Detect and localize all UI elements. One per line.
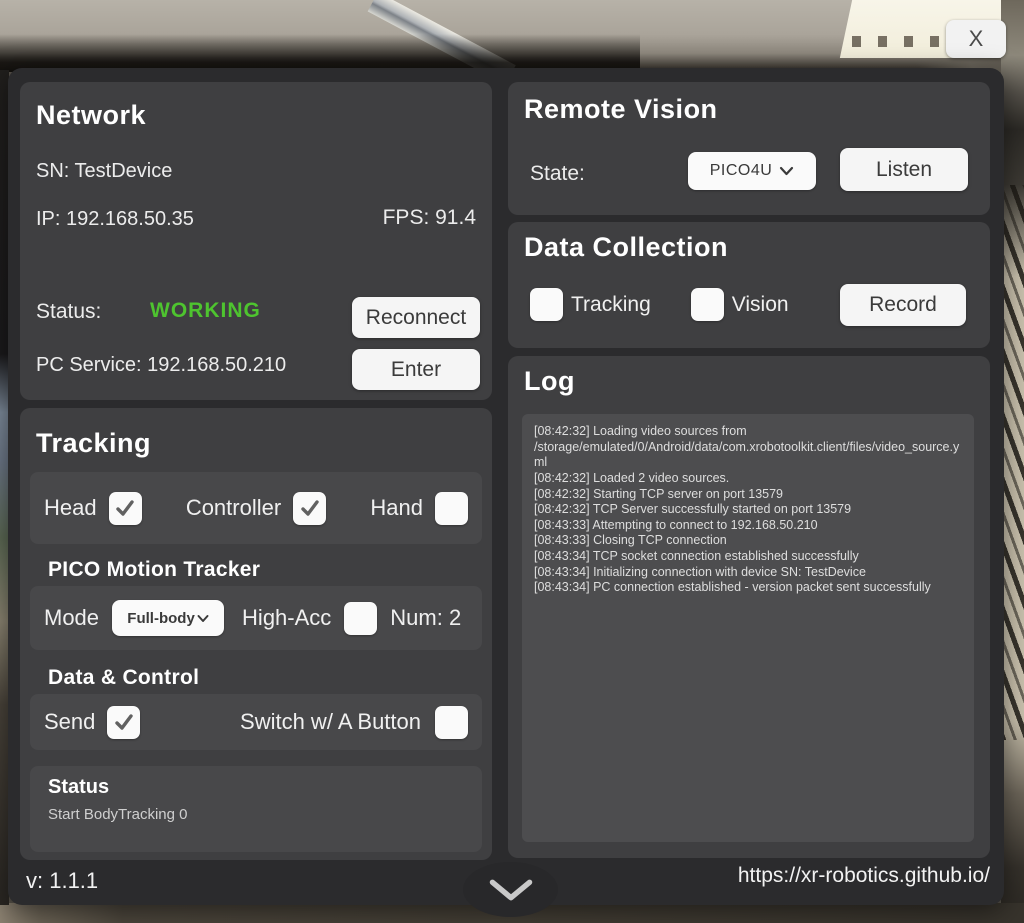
chevron-down-icon: [478, 873, 544, 907]
mode-dropdown-value: Full-body: [127, 610, 195, 627]
chevron-down-icon: [779, 166, 794, 176]
state-dropdown-value: PICO4U: [710, 162, 773, 180]
log-line: [08:43:34] PC connection established - v…: [534, 580, 962, 596]
num-label: Num: 2: [390, 605, 461, 631]
tracking-title: Tracking: [36, 428, 151, 459]
status-label: Status:: [36, 300, 101, 324]
collect-vision-label: Vision: [732, 293, 789, 317]
log-line: [08:43:34] Initializing connection with …: [534, 565, 962, 581]
network-card: Network SN: TestDevice IP: 192.168.50.35…: [20, 82, 492, 400]
network-title: Network: [36, 100, 146, 131]
listen-button[interactable]: Listen: [840, 148, 968, 191]
high-acc-label: High-Acc: [242, 605, 331, 631]
log-line: [08:42:32] Loaded 2 video sources.: [534, 471, 962, 487]
collect-vision-group: Vision: [691, 288, 789, 321]
record-button[interactable]: Record: [840, 284, 966, 326]
fps-text: FPS: 91.4: [383, 206, 476, 230]
motion-tracker-row: Mode Full-body High-Acc Num: 2: [30, 586, 482, 650]
collect-tracking-group: Tracking: [530, 288, 651, 321]
collapse-panel-button[interactable]: [463, 862, 558, 917]
log-line: [08:42:32] TCP Server successfully start…: [534, 502, 962, 518]
send-checkbox[interactable]: [107, 706, 140, 739]
controller-checkbox[interactable]: [293, 492, 326, 525]
enter-button[interactable]: Enter: [352, 349, 480, 390]
log-card: Log [08:42:32] Loading video sources fro…: [508, 356, 990, 858]
switch-a-button-label: Switch w/ A Button: [240, 709, 421, 735]
remote-vision-title: Remote Vision: [524, 94, 718, 125]
data-control-title: Data & Control: [48, 666, 199, 690]
data-collection-title: Data Collection: [524, 232, 728, 263]
passthrough-shadow: [0, 34, 640, 72]
pc-service-text: PC Service: 192.168.50.210: [36, 354, 286, 377]
data-control-row: Send Switch w/ A Button: [30, 694, 482, 750]
log-line: [08:43:33] Attempting to connect to 192.…: [534, 518, 962, 534]
head-tracking-group: Head: [44, 492, 142, 525]
collect-tracking-label: Tracking: [571, 293, 651, 317]
send-label: Send: [44, 709, 95, 735]
state-label: State:: [530, 162, 585, 186]
remote-vision-card: Remote Vision State: PICO4U Listen: [508, 82, 990, 215]
switch-group: Switch w/ A Button: [240, 706, 468, 739]
log-line: [08:42:32] Starting TCP server on port 1…: [534, 487, 962, 503]
main-panel: Network SN: TestDevice IP: 192.168.50.35…: [8, 68, 1004, 905]
check-icon: [114, 497, 136, 519]
hand-label: Hand: [370, 495, 423, 521]
tracking-sources-row: Head Controller Hand: [30, 472, 482, 544]
data-collection-row: Tracking Vision: [530, 288, 789, 321]
head-checkbox[interactable]: [109, 492, 142, 525]
log-title: Log: [524, 366, 575, 397]
collect-tracking-checkbox[interactable]: [530, 288, 563, 321]
log-output[interactable]: [08:42:32] Loading video sources from /s…: [522, 414, 974, 842]
state-dropdown[interactable]: PICO4U: [688, 152, 816, 190]
switch-a-button-checkbox[interactable]: [435, 706, 468, 739]
send-group: Send: [44, 706, 140, 739]
check-icon: [299, 497, 321, 519]
tracking-card: Tracking Head Controller Hand: [20, 408, 492, 860]
hand-checkbox[interactable]: [435, 492, 468, 525]
check-icon: [113, 711, 135, 733]
close-button[interactable]: X: [946, 20, 1006, 58]
hand-tracking-group: Hand: [370, 492, 468, 525]
ip-address-text: IP: 192.168.50.35: [36, 208, 194, 231]
high-acc-checkbox[interactable]: [344, 602, 377, 635]
status-value: WORKING: [150, 299, 261, 323]
log-line: [08:43:33] Closing TCP connection: [534, 533, 962, 549]
collect-vision-checkbox[interactable]: [691, 288, 724, 321]
log-line: [08:42:32] Loading video sources from /s…: [534, 424, 962, 471]
version-text: v: 1.1.1: [26, 868, 98, 894]
tracking-status-text: Start BodyTracking 0: [48, 806, 188, 823]
tracking-status-title: Status: [48, 776, 109, 799]
passthrough-plant: [1001, 185, 1024, 740]
controller-tracking-group: Controller: [186, 492, 326, 525]
pico-motion-tracker-title: PICO Motion Tracker: [48, 558, 260, 582]
project-url-text: https://xr-robotics.github.io/: [738, 864, 990, 888]
screen: X Network SN: TestDevice IP: 192.168.50.…: [0, 0, 1024, 923]
controller-label: Controller: [186, 495, 281, 521]
mode-dropdown[interactable]: Full-body: [112, 600, 224, 636]
chevron-down-icon: [197, 614, 209, 623]
log-line: [08:43:34] TCP socket connection establi…: [534, 549, 962, 565]
mode-label: Mode: [44, 605, 99, 631]
reconnect-button[interactable]: Reconnect: [352, 297, 480, 338]
tracking-status-box: Status Start BodyTracking 0: [30, 766, 482, 852]
data-collection-card: Data Collection Tracking Vision Record: [508, 222, 990, 348]
head-label: Head: [44, 495, 97, 521]
serial-number-text: SN: TestDevice: [36, 160, 172, 183]
